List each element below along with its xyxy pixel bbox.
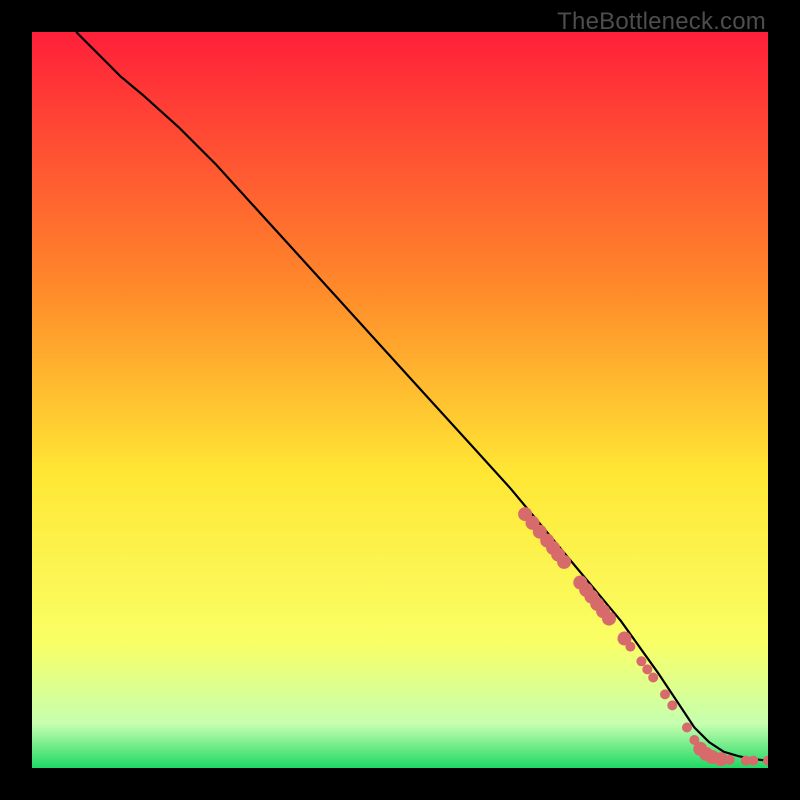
gradient-background [32, 32, 768, 768]
chart-frame: TheBottleneck.com [0, 0, 800, 800]
data-point [625, 642, 635, 652]
data-point [602, 612, 616, 626]
watermark-label: TheBottleneck.com [557, 8, 766, 36]
data-point [660, 689, 670, 699]
chart-plot-area [32, 32, 768, 768]
data-point [725, 755, 735, 765]
data-point [648, 673, 658, 683]
data-point [642, 664, 652, 674]
chart-svg [32, 32, 768, 768]
data-point [748, 756, 758, 766]
data-point [636, 656, 646, 666]
data-point [682, 723, 692, 733]
data-point [557, 555, 571, 569]
data-point [667, 700, 677, 710]
